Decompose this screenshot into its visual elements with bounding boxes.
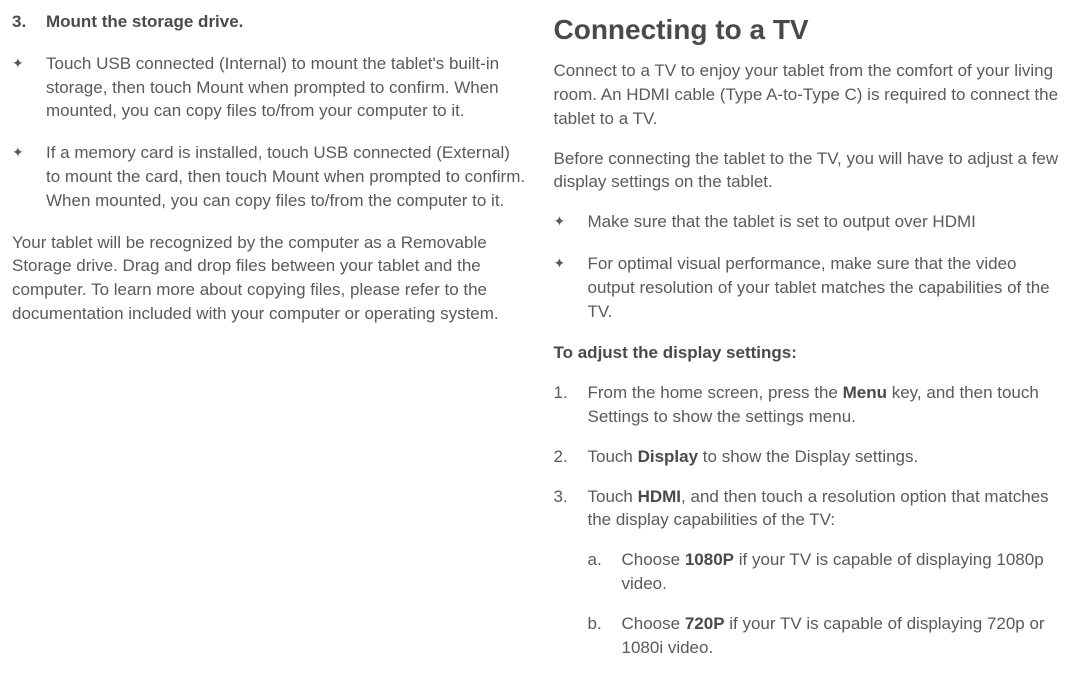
star-icon: ✦ bbox=[554, 210, 588, 234]
left-column: 3. Mount the storage drive. ✦ Touch USB … bbox=[12, 10, 542, 672]
adjust-display-subhead: To adjust the display settings: bbox=[554, 341, 1068, 365]
step-3a: a. Choose 1080P if your TV is capable of… bbox=[588, 548, 1068, 596]
star-icon: ✦ bbox=[554, 252, 588, 323]
bullet-hdmi-output: ✦ Make sure that the tablet is set to ou… bbox=[554, 210, 1068, 234]
step-text: Touch HDMI, and then touch a resolution … bbox=[588, 485, 1068, 660]
step-number: 1. bbox=[554, 381, 588, 429]
bullet-text: Touch USB connected (Internal) to mount … bbox=[46, 52, 526, 123]
substep-text: Choose 720P if your TV is capable of dis… bbox=[622, 612, 1068, 660]
step-3: 3. Touch HDMI, and then touch a resoluti… bbox=[554, 485, 1068, 660]
step-number: 2. bbox=[554, 445, 588, 469]
connecting-tv-title: Connecting to a TV bbox=[554, 10, 1068, 49]
star-icon: ✦ bbox=[12, 52, 46, 123]
mount-heading: 3. Mount the storage drive. bbox=[12, 10, 526, 34]
step-text: Touch Display to show the Display settin… bbox=[588, 445, 1068, 469]
removable-storage-para: Your tablet will be recognized by the co… bbox=[12, 231, 526, 326]
bullet-text: Make sure that the tablet is set to outp… bbox=[588, 210, 1068, 234]
right-column: Connecting to a TV Connect to a TV to en… bbox=[542, 10, 1076, 672]
heading-text: Mount the storage drive. bbox=[46, 10, 243, 34]
step-1: 1. From the home screen, press the Menu … bbox=[554, 381, 1068, 429]
substep-letter: a. bbox=[588, 548, 622, 596]
step-number: 3. bbox=[554, 485, 588, 660]
heading-number: 3. bbox=[12, 10, 46, 34]
star-icon: ✦ bbox=[12, 141, 46, 212]
substep-text: Choose 1080P if your TV is capable of di… bbox=[622, 548, 1068, 596]
substep-letter: b. bbox=[588, 612, 622, 660]
tv-intro-1: Connect to a TV to enjoy your tablet fro… bbox=[554, 59, 1068, 130]
bullet-external-storage: ✦ If a memory card is installed, touch U… bbox=[12, 141, 526, 212]
step-text: From the home screen, press the Menu key… bbox=[588, 381, 1068, 429]
bullet-text: For optimal visual performance, make sur… bbox=[588, 252, 1068, 323]
bullet-visual-performance: ✦ For optimal visual performance, make s… bbox=[554, 252, 1068, 323]
bullet-text: If a memory card is installed, touch USB… bbox=[46, 141, 526, 212]
bullet-internal-storage: ✦ Touch USB connected (Internal) to moun… bbox=[12, 52, 526, 123]
step-3b: b. Choose 720P if your TV is capable of … bbox=[588, 612, 1068, 660]
step-2: 2. Touch Display to show the Display set… bbox=[554, 445, 1068, 469]
tv-intro-2: Before connecting the tablet to the TV, … bbox=[554, 147, 1068, 195]
